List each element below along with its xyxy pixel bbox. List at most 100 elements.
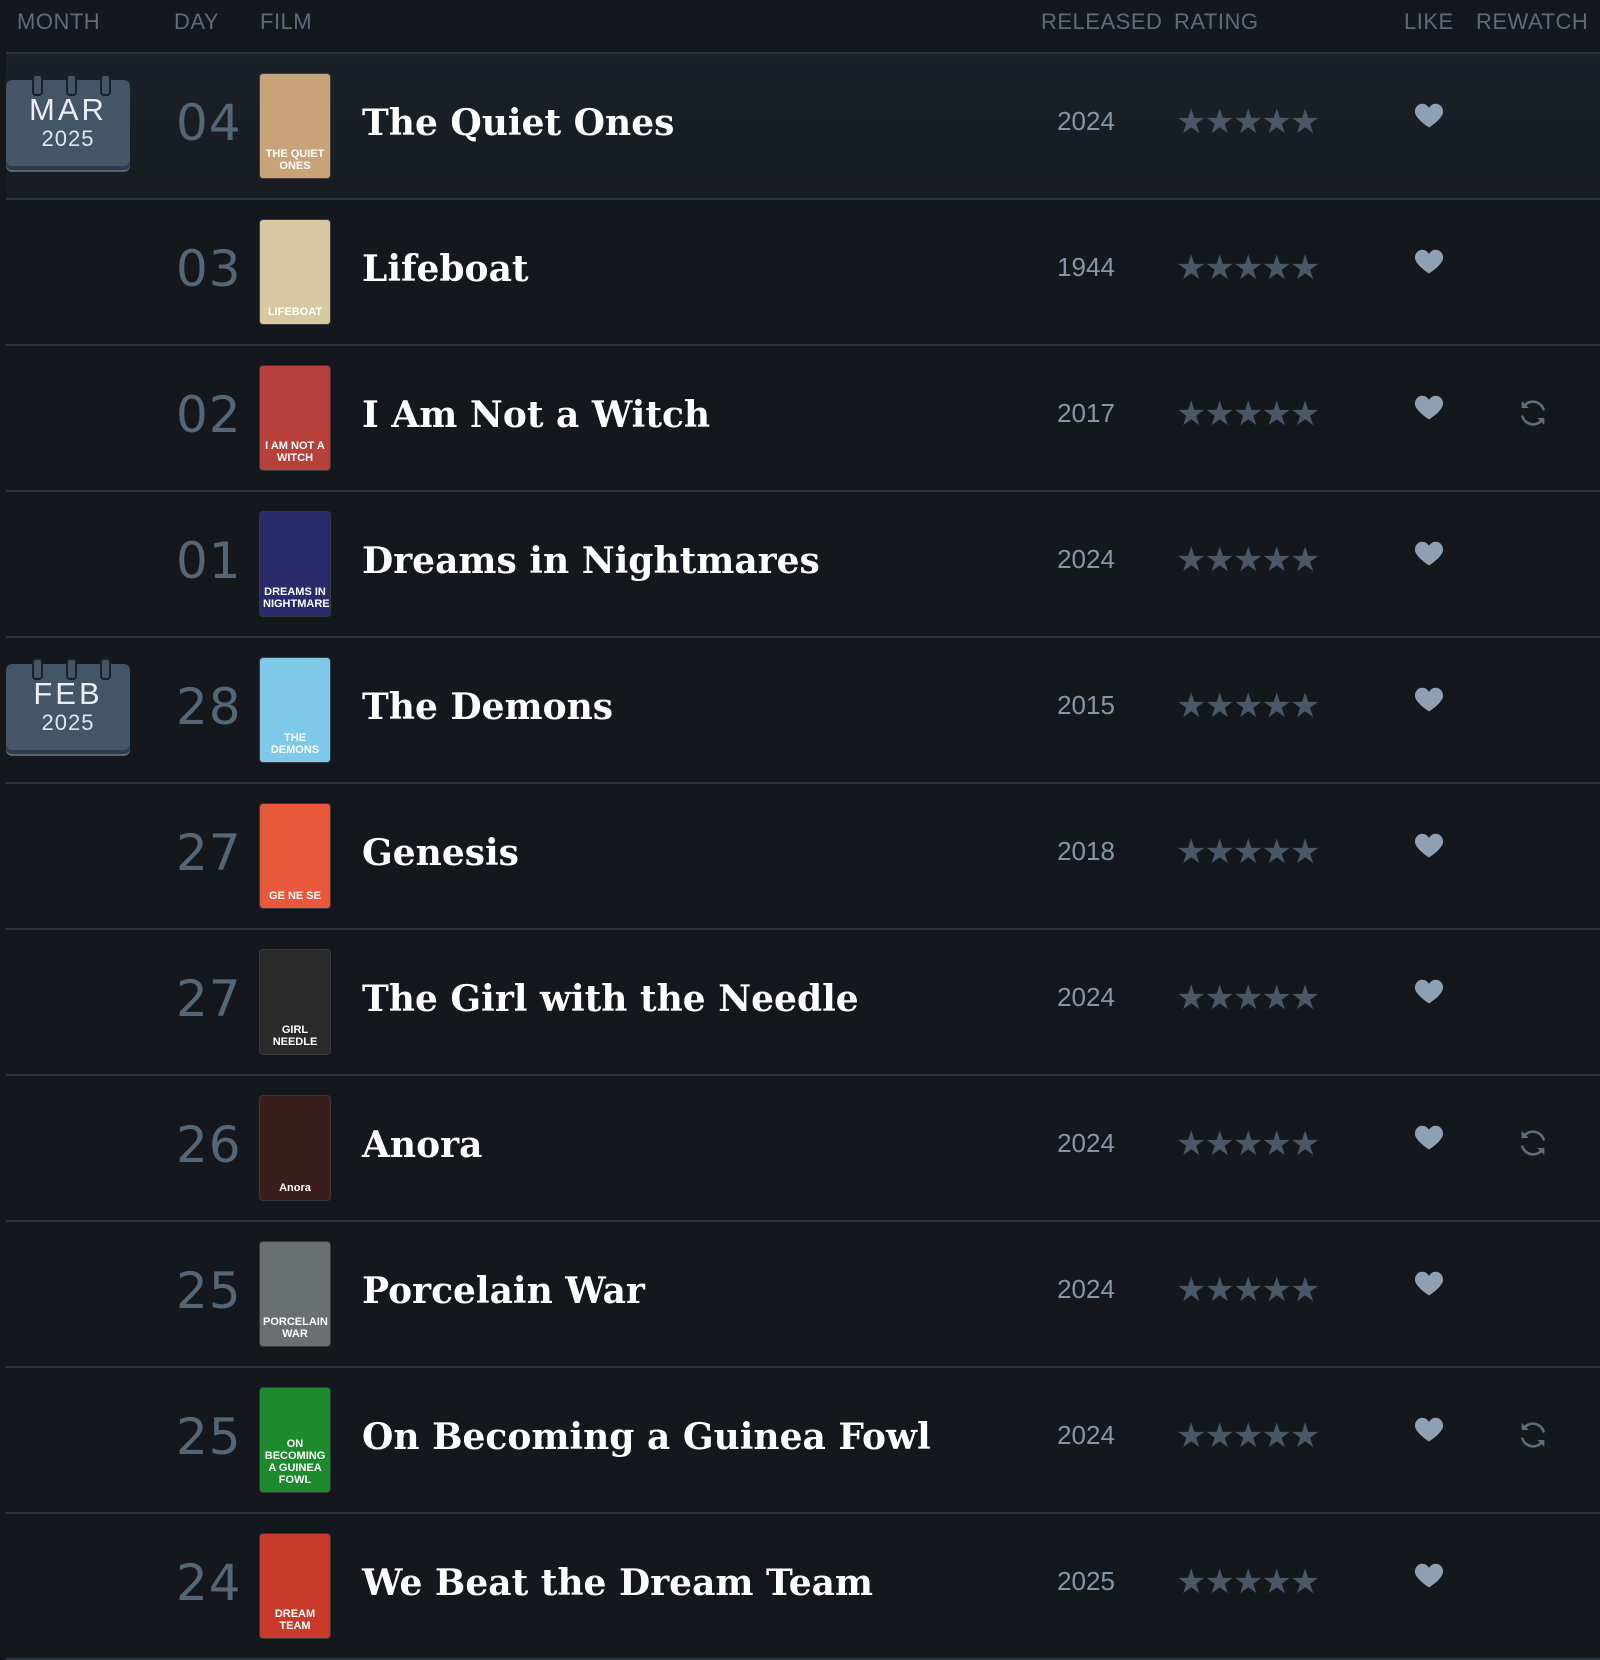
film-poster[interactable]: ON BECOMING A GUINEA FOWL <box>260 1388 330 1492</box>
diary-entry-row[interactable]: FEB 2025 28 THE DEMONS The Demons 2015 ★… <box>6 638 1600 784</box>
film-poster[interactable]: DREAMS IN NIGHTMARES <box>260 512 330 616</box>
heart-icon <box>1414 541 1444 566</box>
film-title[interactable]: We Beat the Dream Team <box>362 1562 873 1604</box>
rewatch-icon <box>1521 1130 1545 1156</box>
diary-entry-row[interactable]: MAR 2025 04 THE QUIET ONES The Quiet One… <box>6 54 1600 200</box>
film-title[interactable]: I Am Not a Witch <box>362 394 710 436</box>
day-number[interactable]: 04 <box>176 94 242 152</box>
rating-stars: ★★★★★ <box>1176 1416 1320 1456</box>
calendar-ring-icon <box>66 658 77 680</box>
film-poster[interactable]: LIFEBOAT <box>260 220 330 324</box>
day-number[interactable]: 01 <box>176 532 242 590</box>
film-title[interactable]: Dreams in Nightmares <box>362 540 820 582</box>
rating-stars: ★★★★★ <box>1176 1124 1320 1164</box>
film-poster[interactable]: GIRL NEEDLE <box>260 950 330 1054</box>
rewatch-icon <box>1521 400 1545 426</box>
month-label: FEB <box>33 676 103 711</box>
release-year[interactable]: 2024 <box>1036 544 1136 575</box>
film-poster[interactable]: THE DEMONS <box>260 658 330 762</box>
film-title[interactable]: The Quiet Ones <box>362 102 674 144</box>
heart-icon <box>1414 395 1444 420</box>
release-year[interactable]: 1944 <box>1036 252 1136 283</box>
release-year[interactable]: 2018 <box>1036 836 1136 867</box>
diary-entry-row[interactable]: 25 ON BECOMING A GUINEA FOWL On Becoming… <box>6 1368 1600 1514</box>
heart-icon <box>1414 103 1444 128</box>
calendar-ring-icon <box>32 658 43 680</box>
film-title[interactable]: On Becoming a Guinea Fowl <box>362 1416 931 1458</box>
day-number[interactable]: 27 <box>176 970 242 1028</box>
diary-entry-row[interactable]: 03 LIFEBOAT Lifeboat 1944 ★★★★★ <box>6 200 1600 346</box>
year-label: 2025 <box>41 710 95 735</box>
heart-icon <box>1414 833 1444 858</box>
diary-entry-row[interactable]: 27 GE NE SE Genesis 2018 ★★★★★ <box>6 784 1600 930</box>
heart-icon <box>1414 1125 1444 1150</box>
release-year[interactable]: 2024 <box>1036 982 1136 1013</box>
diary-entry-row[interactable]: 25 PORCELAIN WAR Porcelain War 2024 ★★★★… <box>6 1222 1600 1368</box>
poster-title-text: ON BECOMING A GUINEA FOWL <box>264 1438 326 1486</box>
rating-stars: ★★★★★ <box>1176 1562 1320 1602</box>
heart-icon <box>1414 1271 1444 1296</box>
rating-stars: ★★★★★ <box>1176 832 1320 872</box>
day-number[interactable]: 27 <box>176 824 242 882</box>
poster-title-text: PORCELAIN WAR <box>263 1316 328 1340</box>
heart-icon <box>1414 1417 1444 1442</box>
release-year[interactable]: 2024 <box>1036 1128 1136 1159</box>
film-title[interactable]: Anora <box>362 1124 482 1166</box>
film-poster[interactable]: Anora <box>260 1096 330 1200</box>
film-title[interactable]: Genesis <box>362 832 519 874</box>
rating-stars: ★★★★★ <box>1176 248 1320 288</box>
column-film: FILM <box>260 9 313 34</box>
day-number[interactable]: 25 <box>176 1262 242 1320</box>
diary-entry-row[interactable]: 26 Anora Anora 2024 ★★★★★ <box>6 1076 1600 1222</box>
poster-title-text: GIRL NEEDLE <box>272 1024 318 1048</box>
film-title[interactable]: The Demons <box>362 686 613 728</box>
rating-stars: ★★★★★ <box>1176 540 1320 580</box>
month-calendar-badge[interactable]: FEB 2025 <box>6 658 132 754</box>
column-rewatch: REWATCH <box>1476 9 1589 34</box>
film-poster[interactable]: I AM NOT A WITCH <box>260 366 330 470</box>
release-year[interactable]: 2024 <box>1036 106 1136 137</box>
heart-icon <box>1414 1563 1444 1588</box>
film-poster[interactable]: DREAM TEAM <box>260 1534 330 1638</box>
day-number[interactable]: 24 <box>176 1554 242 1612</box>
month-label: MAR <box>29 92 107 127</box>
day-number[interactable]: 25 <box>176 1408 242 1466</box>
day-number[interactable]: 26 <box>176 1116 242 1174</box>
release-year[interactable]: 2024 <box>1036 1420 1136 1451</box>
day-number[interactable]: 28 <box>176 678 242 736</box>
day-number[interactable]: 03 <box>176 240 242 298</box>
film-title[interactable]: Lifeboat <box>362 248 529 290</box>
month-calendar-badge[interactable]: MAR 2025 <box>6 74 132 170</box>
diary-entry-row[interactable]: 01 DREAMS IN NIGHTMARES Dreams in Nightm… <box>6 492 1600 638</box>
diary-entry-row[interactable]: 27 GIRL NEEDLE The Girl with the Needle … <box>6 930 1600 1076</box>
column-released[interactable]: RELEASED <box>1041 9 1162 35</box>
heart-icon <box>1414 249 1444 274</box>
film-poster[interactable]: PORCELAIN WAR <box>260 1242 330 1346</box>
release-year[interactable]: 2015 <box>1036 690 1136 721</box>
poster-title-text: Anora <box>279 1182 311 1194</box>
poster-title-text: THE DEMONS <box>270 732 320 756</box>
day-number[interactable]: 02 <box>176 386 242 444</box>
heart-icon <box>1414 687 1444 712</box>
rating-stars: ★★★★★ <box>1176 978 1320 1018</box>
calendar-ring-icon <box>32 74 43 96</box>
film-title[interactable]: The Girl with the Needle <box>362 978 859 1020</box>
poster-title-text: THE QUIET ONES <box>265 148 325 172</box>
calendar-ring-icon <box>66 74 77 96</box>
release-year[interactable]: 2017 <box>1036 398 1136 429</box>
rating-stars: ★★★★★ <box>1176 102 1320 142</box>
diary-table: MONTH DAY FILM RELEASED RATING LIKE REWA… <box>0 0 1600 1660</box>
table-header: MONTH DAY FILM RELEASED RATING LIKE REWA… <box>6 0 1600 54</box>
calendar-ring-icon <box>100 74 111 96</box>
film-title[interactable]: Porcelain War <box>362 1270 645 1312</box>
column-day: DAY <box>174 9 220 34</box>
year-label: 2025 <box>41 126 95 151</box>
release-year[interactable]: 2025 <box>1036 1566 1136 1597</box>
diary-entry-row[interactable]: 24 DREAM TEAM We Beat the Dream Team 202… <box>6 1514 1600 1660</box>
film-poster[interactable]: GE NE SE <box>260 804 330 908</box>
film-poster[interactable]: THE QUIET ONES <box>260 74 330 178</box>
release-year[interactable]: 2024 <box>1036 1274 1136 1305</box>
rating-stars: ★★★★★ <box>1176 394 1320 434</box>
column-rating[interactable]: RATING <box>1174 9 1258 35</box>
diary-entry-row[interactable]: 02 I AM NOT A WITCH I Am Not a Witch 201… <box>6 346 1600 492</box>
